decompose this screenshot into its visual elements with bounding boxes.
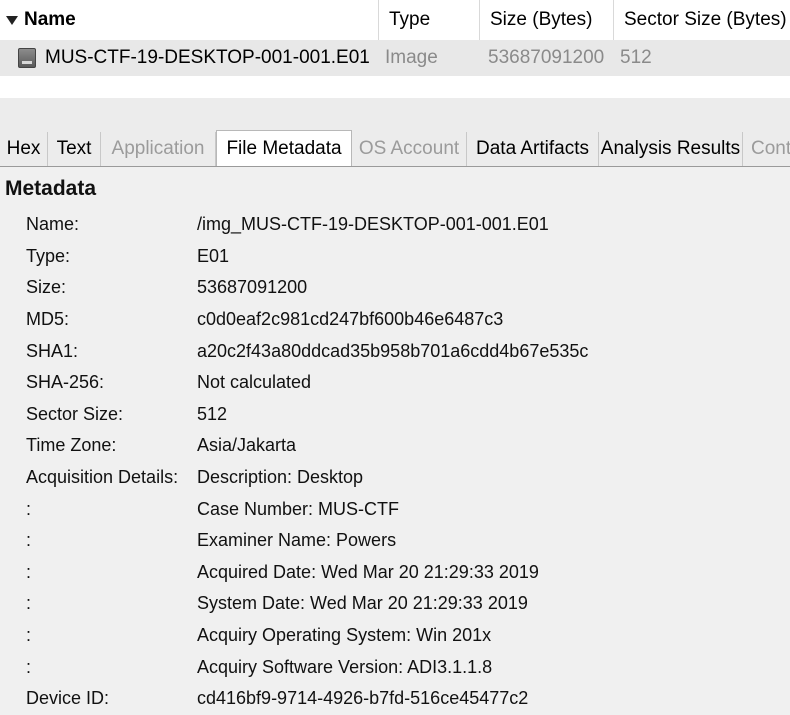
- metadata-row: Name: /img_MUS-CTF-19-DESKTOP-001-001.E01: [0, 209, 790, 241]
- metadata-key: Sector Size:: [26, 403, 124, 424]
- metadata-key: :: [26, 625, 32, 646]
- metadata-row: Device ID: cd416bf9-9714-4926-b7fd-516ce4…: [0, 683, 790, 715]
- cell-size[interactable]: 53687091200: [480, 40, 614, 76]
- metadata-row: : Acquiry Software Version: ADI3.1.1.8: [0, 651, 790, 683]
- metadata-row: Sector Size: 512: [0, 399, 790, 431]
- metadata-value[interactable]: Case Number: MUS-CTF: [197, 499, 399, 520]
- metadata-value[interactable]: System Date: Wed Mar 20 21:29:33 2019: [197, 593, 528, 614]
- metadata-row: : Case Number: MUS-CTF: [0, 493, 790, 525]
- metadata-row: Acquisition Details: Description: Desktop: [0, 462, 790, 494]
- viewer-tab-strip: Hex Text Application File Metadata OS Ac…: [0, 130, 790, 167]
- sort-descending-icon[interactable]: [6, 15, 18, 25]
- metadata-value[interactable]: Acquired Date: Wed Mar 20 21:29:33 2019: [197, 562, 539, 583]
- metadata-heading: Metadata: [5, 177, 97, 200]
- disk-image-icon: [18, 48, 36, 68]
- metadata-key: Time Zone:: [26, 435, 117, 456]
- metadata-value[interactable]: E01: [197, 246, 229, 267]
- metadata-row: MD5: c0d0eaf2c981cd247bf600b46e6487c3: [0, 304, 790, 336]
- metadata-key: :: [26, 593, 32, 614]
- metadata-panel: Metadata Name: /img_MUS-CTF-19-DESKTOP-00…: [0, 167, 790, 715]
- metadata-key: :: [26, 498, 32, 519]
- metadata-value[interactable]: Description: Desktop: [197, 467, 363, 488]
- metadata-key: Size:: [26, 277, 67, 298]
- metadata-row: : Acquired Date: Wed Mar 20 21:29:33 2019: [0, 557, 790, 589]
- metadata-row: Time Zone: Asia/Jakarta: [0, 430, 790, 462]
- tab-analysis-results[interactable]: Analysis Results: [599, 132, 743, 166]
- metadata-row: Size: 53687091200: [0, 272, 790, 304]
- metadata-row: SHA-256: Not calculated: [0, 367, 790, 399]
- tab-os-account: OS Account: [352, 132, 467, 166]
- metadata-key: SHA-256:: [26, 372, 105, 393]
- table-row[interactable]: MUS-CTF-19-DESKTOP-001-001.E01 Image 536…: [0, 40, 790, 76]
- file-table-header: Name Type Size (Bytes) Sector Size (Byte…: [0, 0, 790, 40]
- metadata-row: : Examiner Name: Powers: [0, 525, 790, 557]
- cell-sector-size[interactable]: 512: [614, 40, 790, 76]
- metadata-key: SHA1:: [26, 340, 79, 361]
- column-header-sector-size-label: Sector Size (Bytes): [624, 9, 787, 30]
- tab-hex[interactable]: Hex: [0, 132, 48, 166]
- metadata-value[interactable]: Examiner Name: Powers: [197, 530, 396, 551]
- tab-data-artifacts[interactable]: Data Artifacts: [467, 132, 599, 166]
- metadata-row: Type: E01: [0, 241, 790, 273]
- metadata-key: Name:: [26, 214, 80, 235]
- metadata-key: :: [26, 561, 32, 582]
- cell-name[interactable]: MUS-CTF-19-DESKTOP-001-001.E01: [0, 40, 379, 76]
- metadata-row: SHA1: a20c2f43a80ddcad35b958b701a6cdd4b67…: [0, 335, 790, 367]
- column-header-name[interactable]: Name: [0, 0, 379, 40]
- metadata-value[interactable]: 512: [197, 404, 227, 425]
- metadata-list: Name: /img_MUS-CTF-19-DESKTOP-001-001.E01…: [0, 209, 790, 715]
- column-header-size[interactable]: Size (Bytes): [480, 0, 614, 40]
- metadata-value[interactable]: cd416bf9-9714-4926-b7fd-516ce45477c2: [197, 688, 528, 709]
- column-header-size-label: Size (Bytes): [490, 9, 593, 30]
- tab-context: Cont: [743, 132, 790, 166]
- cell-type[interactable]: Image: [379, 40, 480, 76]
- table-empty-area: [0, 76, 790, 98]
- metadata-value[interactable]: Acquiry Software Version: ADI3.1.1.8: [197, 657, 492, 678]
- metadata-key: Acquisition Details:: [26, 467, 179, 488]
- tab-text[interactable]: Text: [48, 132, 101, 166]
- metadata-value[interactable]: Not calculated: [197, 372, 311, 393]
- metadata-value[interactable]: Asia/Jakarta: [197, 435, 296, 456]
- metadata-key: :: [26, 530, 32, 551]
- metadata-value[interactable]: 53687091200: [197, 277, 307, 298]
- column-header-sector-size[interactable]: Sector Size (Bytes): [614, 0, 790, 40]
- cell-name-label: MUS-CTF-19-DESKTOP-001-001.E01: [45, 47, 370, 68]
- metadata-value[interactable]: c0d0eaf2c981cd247bf600b46e6487c3: [197, 309, 503, 330]
- metadata-row: : Acquiry Operating System: Win 201x: [0, 620, 790, 652]
- splitter-bar[interactable]: [0, 98, 790, 130]
- metadata-key: Device ID:: [26, 688, 110, 709]
- tab-file-metadata[interactable]: File Metadata: [216, 130, 352, 166]
- column-header-type[interactable]: Type: [379, 0, 480, 40]
- metadata-key: Type:: [26, 245, 71, 266]
- metadata-value[interactable]: /img_MUS-CTF-19-DESKTOP-001-001.E01: [197, 214, 549, 235]
- metadata-value[interactable]: Acquiry Operating System: Win 201x: [197, 625, 491, 646]
- tab-application: Application: [101, 132, 216, 166]
- column-header-type-label: Type: [389, 9, 431, 30]
- column-header-name-label: Name: [24, 9, 76, 30]
- metadata-key: MD5:: [26, 309, 70, 330]
- metadata-value[interactable]: a20c2f43a80ddcad35b958b701a6cdd4b67e535c: [197, 341, 588, 362]
- metadata-row: : System Date: Wed Mar 20 21:29:33 2019: [0, 588, 790, 620]
- metadata-key: :: [26, 656, 32, 677]
